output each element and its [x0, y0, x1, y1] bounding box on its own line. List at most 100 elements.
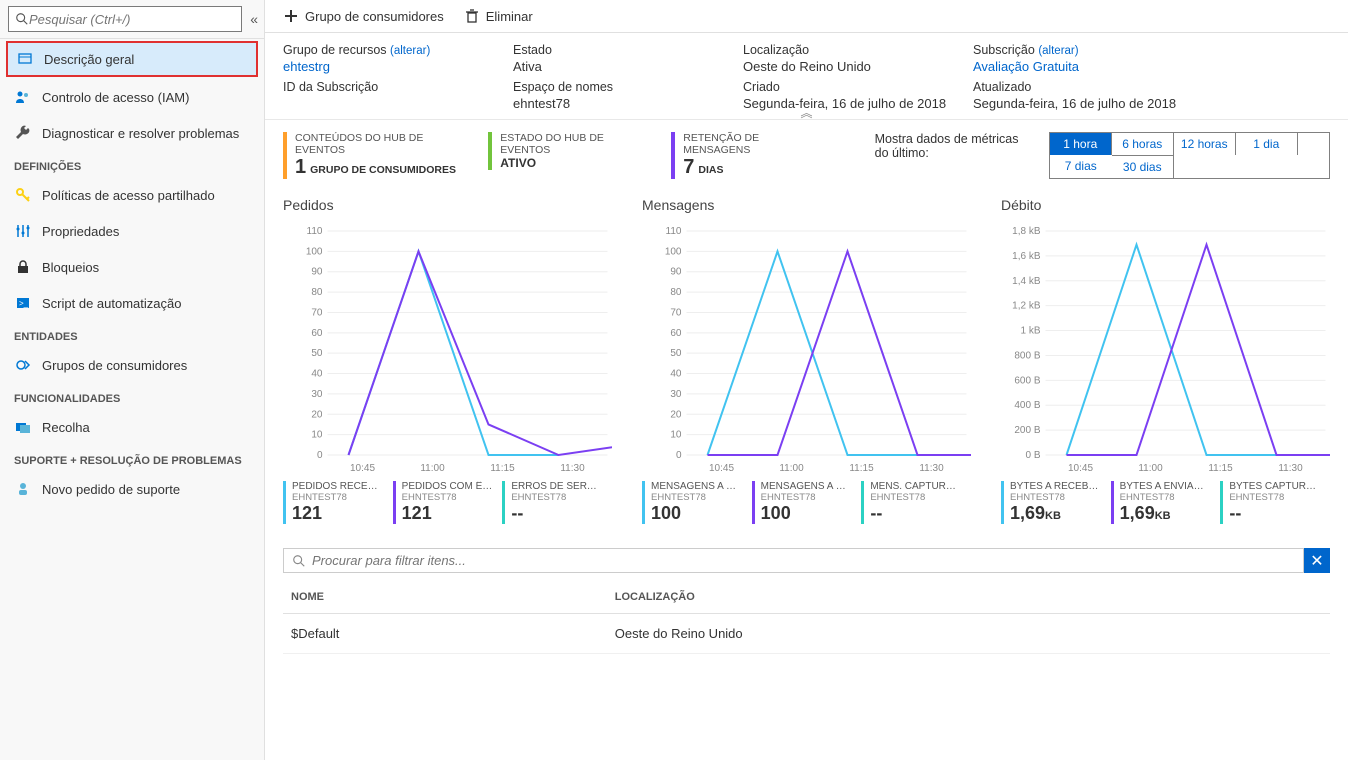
- ess-loc-value: Oeste do Reino Unido: [743, 59, 973, 74]
- svg-text:30: 30: [311, 389, 323, 400]
- stat-retention: RETENÇÃO DE MENSAGENS 7DIAS: [671, 132, 814, 179]
- svg-text:400 B: 400 B: [1014, 400, 1040, 411]
- ess-rg-value[interactable]: ehtestrg: [283, 59, 513, 74]
- time-6h[interactable]: 6 horas: [1112, 133, 1174, 155]
- nav-diagnose[interactable]: Diagnosticar e resolver problemas: [0, 115, 264, 151]
- filter-input[interactable]: [312, 553, 1295, 568]
- legend-item[interactable]: ERROS DE SERVIDOREHNTEST78--: [502, 481, 612, 524]
- chart-messages[interactable]: Mensagens 010203040506070809010011010:45…: [642, 197, 971, 524]
- nav-properties[interactable]: Propriedades: [0, 213, 264, 249]
- change-rg-link[interactable]: (alterar): [390, 45, 430, 57]
- svg-text:110: 110: [666, 226, 682, 237]
- legend-item[interactable]: PEDIDOS COM ÊXITOEHNTEST78121: [393, 481, 503, 524]
- svg-text:10:45: 10:45: [350, 463, 375, 474]
- svg-text:0 B: 0 B: [1025, 450, 1040, 461]
- time-1h[interactable]: 1 hora: [1050, 133, 1112, 155]
- collapse-sidebar-icon[interactable]: «: [250, 11, 258, 27]
- time-range-selector: 1 hora 6 horas 12 horas 1 dia 7 dias 30 …: [1049, 132, 1330, 179]
- stats-row: CONTEÚDOS DO HUB DE EVENTOS 1GRUPO DE CO…: [283, 132, 1330, 179]
- nav-capture[interactable]: Recolha: [0, 409, 264, 445]
- svg-text:200 B: 200 B: [1014, 425, 1040, 436]
- toolbar-label: Eliminar: [486, 9, 533, 24]
- change-sub-link[interactable]: (alterar): [1038, 45, 1078, 57]
- legend-item[interactable]: BYTES A ENVIAR (...EHNTEST781,69KB: [1111, 481, 1221, 524]
- sidebar-search[interactable]: [8, 6, 242, 32]
- svg-text:1,8 kB: 1,8 kB: [1012, 226, 1041, 237]
- legend-item[interactable]: BYTES A RECEBER (...EHNTEST781,69KB: [1001, 481, 1111, 524]
- ess-updated-label: Atualizado: [973, 80, 1203, 94]
- nav-label: Diagnosticar e resolver problemas: [42, 126, 239, 141]
- ess-subid-label: ID da Subscrição: [283, 80, 513, 94]
- legend-item[interactable]: PEDIDOS RECEBIDOS...EHNTEST78121: [283, 481, 393, 524]
- nav-label: Recolha: [42, 420, 90, 435]
- sidebar-search-row: «: [0, 0, 264, 39]
- time-7d[interactable]: 7 dias: [1050, 155, 1112, 178]
- nav-iam[interactable]: Controlo de acesso (IAM): [0, 79, 264, 115]
- legend-item[interactable]: MENSAGENS A ENVIAR...EHNTEST78100: [752, 481, 862, 524]
- svg-text:11:15: 11:15: [1208, 463, 1233, 474]
- ess-state-value: Ativa: [513, 59, 743, 74]
- key-icon: [14, 186, 32, 204]
- svg-text:50: 50: [311, 348, 323, 359]
- nav-label: Propriedades: [42, 224, 119, 239]
- section-funcionalidades: FUNCIONALIDADES: [0, 383, 264, 409]
- col-location[interactable]: LOCALIZAÇÃO: [607, 581, 1330, 614]
- filter-box[interactable]: [283, 548, 1304, 573]
- stat-contents: CONTEÚDOS DO HUB DE EVENTOS 1GRUPO DE CO…: [283, 132, 458, 179]
- nav-automation-script[interactable]: >_ Script de automatização: [0, 285, 264, 321]
- svg-text:10: 10: [311, 430, 323, 441]
- search-icon: [292, 554, 306, 568]
- legend-item[interactable]: BYTES CAPTURADOSEHNTEST78--: [1220, 481, 1330, 524]
- section-suporte: SUPORTE + RESOLUÇÃO DE PROBLEMAS: [0, 445, 264, 471]
- legend-item[interactable]: MENSAGENS A RECEBER...EHNTEST78100: [642, 481, 752, 524]
- toolbar-label: Grupo de consumidores: [305, 9, 444, 24]
- search-input[interactable]: [29, 12, 235, 27]
- nav-label: Grupos de consumidores: [42, 358, 187, 373]
- svg-text:60: 60: [311, 328, 323, 339]
- svg-text:11:00: 11:00: [1138, 463, 1163, 474]
- svg-text:40: 40: [311, 369, 323, 380]
- consumer-icon: [14, 356, 32, 374]
- section-definicoes: DEFINIÇÕES: [0, 151, 264, 177]
- ess-rg-label: Grupo de recursos: [283, 43, 387, 57]
- time-30d[interactable]: 30 dias: [1112, 155, 1174, 178]
- svg-text:70: 70: [311, 307, 323, 318]
- delete-button[interactable]: Eliminar: [464, 8, 533, 24]
- add-consumer-group-button[interactable]: Grupo de consumidores: [283, 8, 444, 24]
- ess-sub-value[interactable]: Avaliação Gratuita: [973, 59, 1203, 74]
- svg-text:800 B: 800 B: [1014, 350, 1040, 361]
- ess-created-label: Criado: [743, 80, 973, 94]
- legend-item[interactable]: MENS. CAPTURADASEHNTEST78--: [861, 481, 971, 524]
- svg-text:1,6 kB: 1,6 kB: [1012, 251, 1041, 262]
- collapse-essentials-icon[interactable]: ︽: [800, 104, 812, 121]
- nav-consumer-groups[interactable]: Grupos de consumidores: [0, 347, 264, 383]
- nav-overview[interactable]: Descrição geral: [6, 41, 258, 77]
- col-name[interactable]: NOME: [283, 581, 607, 614]
- chart-throughput[interactable]: Débito 0 B200 B400 B600 B800 B1 kB1,2 kB…: [1001, 197, 1330, 524]
- svg-text:90: 90: [670, 267, 682, 278]
- nav-label: Script de automatização: [42, 296, 181, 311]
- nav-new-support[interactable]: Novo pedido de suporte: [0, 471, 264, 507]
- svg-text:80: 80: [670, 287, 682, 298]
- svg-text:10:45: 10:45: [709, 463, 734, 474]
- time-12h[interactable]: 12 horas: [1174, 133, 1236, 155]
- ess-ns-label: Espaço de nomes: [513, 80, 743, 94]
- ess-ns-value: ehntest78: [513, 96, 743, 111]
- svg-text:100: 100: [306, 246, 323, 257]
- nav-locks[interactable]: Bloqueios: [0, 249, 264, 285]
- metric-filter-label: Mostra dados de métricas do último:: [875, 132, 1019, 160]
- clear-filter-button[interactable]: ✕: [1304, 548, 1330, 573]
- people-icon: [14, 88, 32, 106]
- svg-text:11:15: 11:15: [849, 463, 874, 474]
- nav-label: Controlo de acesso (IAM): [42, 90, 189, 105]
- nav-shared-access[interactable]: Políticas de acesso partilhado: [0, 177, 264, 213]
- chart-requests[interactable]: Pedidos 010203040506070809010011010:4511…: [283, 197, 612, 524]
- content: CONTEÚDOS DO HUB DE EVENTOS 1GRUPO DE CO…: [265, 120, 1348, 760]
- toolbar: Grupo de consumidores Eliminar: [265, 0, 1348, 33]
- search-icon: [15, 12, 29, 26]
- svg-text:11:30: 11:30: [919, 463, 944, 474]
- table-row[interactable]: $Default Oeste do Reino Unido: [283, 614, 1330, 654]
- script-icon: >_: [14, 294, 32, 312]
- nav-label: Políticas de acesso partilhado: [42, 188, 215, 203]
- time-1d[interactable]: 1 dia: [1236, 133, 1298, 155]
